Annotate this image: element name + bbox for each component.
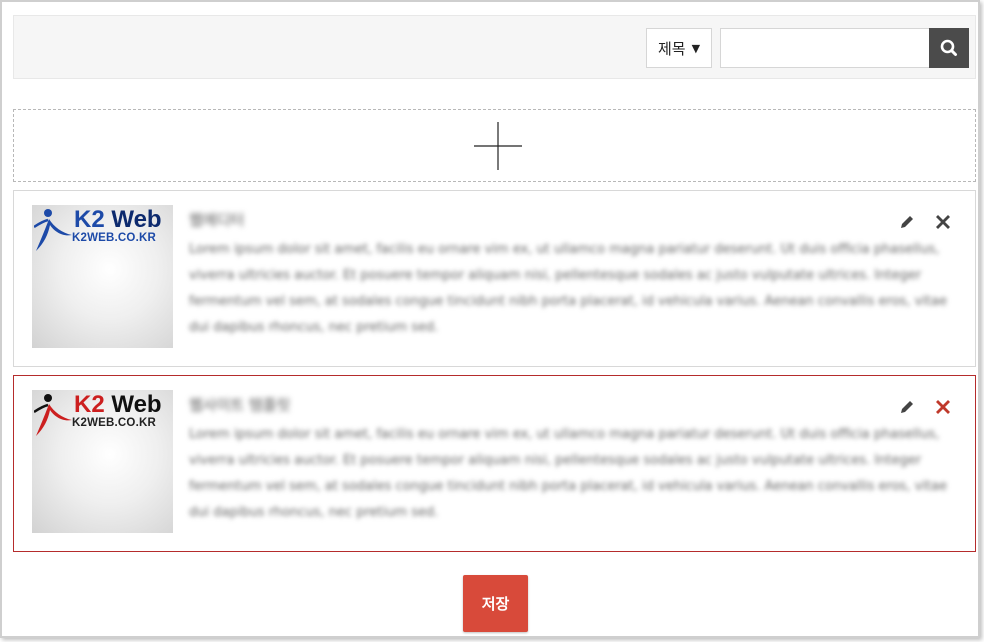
logo-subtitle: K2WEB.CO.KR bbox=[72, 417, 156, 429]
close-icon bbox=[936, 215, 950, 229]
delete-button[interactable] bbox=[932, 211, 954, 233]
close-icon bbox=[936, 400, 950, 414]
runner-logo-icon bbox=[34, 209, 72, 251]
item-thumbnail: K2 Web K2WEB.CO.KR bbox=[32, 390, 173, 533]
save-button[interactable]: 저장 bbox=[463, 575, 528, 632]
logo-subtitle: K2WEB.CO.KR bbox=[72, 232, 156, 244]
logo-title: K2 Web bbox=[74, 206, 162, 233]
search-button[interactable] bbox=[929, 28, 969, 68]
pencil-icon bbox=[901, 216, 913, 228]
chevron-down-icon: ▼ bbox=[691, 41, 701, 55]
edit-button[interactable] bbox=[896, 396, 918, 418]
item-description: Lorem ipsum dolor sit amet, facilis eu o… bbox=[189, 242, 947, 335]
search-input[interactable] bbox=[720, 28, 929, 68]
delete-button[interactable] bbox=[932, 396, 954, 418]
search-icon bbox=[940, 39, 957, 56]
list-item-selected[interactable]: K2 Web K2WEB.CO.KR 웹사이트 템플릿 Lorem ipsum … bbox=[13, 375, 976, 552]
search-field-select[interactable]: 제목 ▼ bbox=[646, 28, 712, 68]
add-item-area[interactable] bbox=[13, 109, 976, 182]
item-description: Lorem ipsum dolor sit amet, facilis eu o… bbox=[189, 427, 947, 520]
search-bar: 제목 ▼ bbox=[13, 15, 976, 79]
item-thumbnail: K2 Web K2WEB.CO.KR bbox=[32, 205, 173, 348]
k2web-logo: K2 Web K2WEB.CO.KR bbox=[32, 390, 173, 440]
plus-icon bbox=[474, 122, 522, 170]
k2web-logo: K2 Web K2WEB.CO.KR bbox=[32, 205, 173, 255]
editor-panel: 제목 ▼ K2 Web K2WEB.CO.KR 웹에디터 Lorem ipsum… bbox=[0, 0, 980, 638]
logo-title: K2 Web bbox=[74, 391, 162, 418]
edit-button[interactable] bbox=[896, 211, 918, 233]
runner-logo-icon bbox=[34, 394, 72, 436]
item-title: 웹에디터 bbox=[189, 211, 245, 229]
list-item[interactable]: K2 Web K2WEB.CO.KR 웹에디터 Lorem ipsum dolo… bbox=[13, 190, 976, 367]
item-title: 웹사이트 템플릿 bbox=[189, 396, 291, 414]
pencil-icon bbox=[901, 401, 913, 413]
search-field-select-label: 제목 bbox=[657, 39, 686, 58]
